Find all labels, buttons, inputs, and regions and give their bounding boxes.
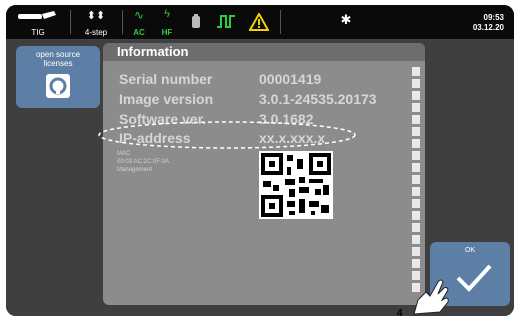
- hf-icon: ϟ: [164, 8, 170, 20]
- scrollbar[interactable]: [412, 67, 420, 301]
- pulse-icon: [217, 15, 235, 28]
- ac-indicator[interactable]: ∿ AC: [128, 5, 150, 39]
- warning-indicator[interactable]: [246, 5, 272, 39]
- clock: 09:53 03.12.20: [473, 13, 504, 33]
- hand-pointer-icon: [413, 279, 449, 315]
- hf-indicator[interactable]: ϟ HF: [156, 5, 178, 39]
- pulse-indicator[interactable]: [212, 5, 240, 39]
- bluetooth-indicator[interactable]: ✱: [336, 5, 356, 39]
- image-version-value: 3.0.1-24535.20173: [259, 91, 377, 107]
- ok-label: OK: [464, 247, 476, 254]
- mac-label: MAC: [117, 151, 131, 157]
- process-selector[interactable]: TIG: [10, 5, 66, 39]
- main-area: open source licenses Information Serial …: [6, 40, 514, 316]
- mode-selector[interactable]: ⬍⬍ 4-step: [76, 5, 116, 39]
- serial-number-value: 00001419: [259, 71, 322, 87]
- bluetooth-icon: ✱: [340, 12, 352, 27]
- license-icon: [46, 74, 70, 98]
- ip-highlight-ellipse: [98, 121, 356, 149]
- gas-icon: [192, 14, 200, 28]
- checkmark-icon: [456, 264, 492, 292]
- torch-icon: [18, 11, 56, 19]
- 4step-icon: ⬍⬍: [86, 10, 106, 22]
- mode-label: 4-step: [84, 28, 108, 37]
- status-bar: TIG ⬍⬍ 4-step ∿ AC ϟ HF ✱ 09:53 03.12.20: [6, 5, 514, 40]
- mac-address-value: 00:03:AC:2C:0F:0A: [117, 159, 170, 165]
- callout-number: 4: [397, 308, 403, 319]
- ac-icon: ∿: [133, 8, 145, 22]
- license-button-label: open source licenses: [35, 50, 81, 68]
- process-label: TIG: [31, 28, 45, 37]
- image-version-label: Image version: [119, 91, 214, 107]
- device-screen: TIG ⬍⬍ 4-step ∿ AC ϟ HF ✱ 09:53 03.12.20…: [6, 5, 514, 316]
- date-text: 03.12.20: [472, 23, 504, 32]
- time-text: 09:53: [483, 13, 504, 22]
- gas-indicator[interactable]: [186, 5, 206, 39]
- warning-icon: [249, 13, 269, 31]
- open-source-licenses-button[interactable]: open source licenses: [16, 46, 100, 108]
- panel-title: Information: [103, 43, 425, 61]
- serial-number-label: Serial number: [119, 71, 213, 87]
- ac-label: AC: [133, 28, 145, 37]
- hf-label: HF: [161, 28, 173, 37]
- management-label: Management: [117, 167, 153, 173]
- qr-code: [259, 151, 333, 219]
- information-panel: Information Serial number 00001419 Image…: [103, 43, 425, 305]
